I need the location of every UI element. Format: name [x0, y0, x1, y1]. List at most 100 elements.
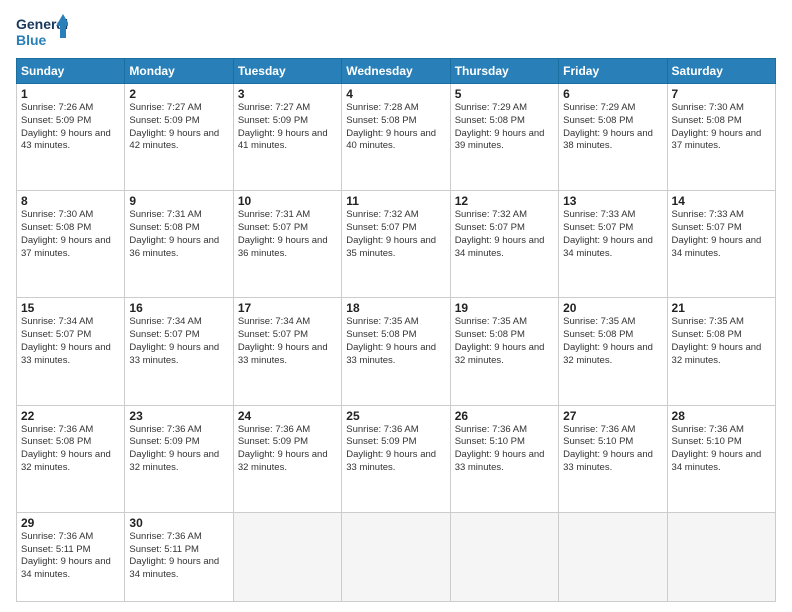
calendar-week-row: 15 Sunrise: 7:34 AMSunset: 5:07 PMDaylig…	[17, 298, 776, 405]
calendar-cell: 18 Sunrise: 7:35 AMSunset: 5:08 PMDaylig…	[342, 298, 450, 405]
weekday-header: Wednesday	[342, 59, 450, 84]
logo-svg: General Blue	[16, 12, 68, 52]
cell-day-number: 13	[563, 194, 662, 208]
cell-day-number: 3	[238, 87, 337, 101]
cell-info: Sunrise: 7:35 AMSunset: 5:08 PMDaylight:…	[455, 316, 554, 367]
calendar-cell: 29 Sunrise: 7:36 AMSunset: 5:11 PMDaylig…	[17, 512, 125, 601]
calendar-cell	[450, 512, 558, 601]
calendar-cell: 10 Sunrise: 7:31 AMSunset: 5:07 PMDaylig…	[233, 191, 341, 298]
cell-day-number: 25	[346, 409, 445, 423]
calendar-cell: 20 Sunrise: 7:35 AMSunset: 5:08 PMDaylig…	[559, 298, 667, 405]
cell-info: Sunrise: 7:29 AMSunset: 5:08 PMDaylight:…	[455, 102, 554, 153]
calendar-week-row: 8 Sunrise: 7:30 AMSunset: 5:08 PMDayligh…	[17, 191, 776, 298]
cell-info: Sunrise: 7:36 AMSunset: 5:09 PMDaylight:…	[346, 424, 445, 475]
cell-info: Sunrise: 7:35 AMSunset: 5:08 PMDaylight:…	[346, 316, 445, 367]
calendar-cell: 30 Sunrise: 7:36 AMSunset: 5:11 PMDaylig…	[125, 512, 233, 601]
calendar-cell: 1 Sunrise: 7:26 AMSunset: 5:09 PMDayligh…	[17, 84, 125, 191]
calendar-header-row: SundayMondayTuesdayWednesdayThursdayFrid…	[17, 59, 776, 84]
calendar-cell	[233, 512, 341, 601]
cell-info: Sunrise: 7:29 AMSunset: 5:08 PMDaylight:…	[563, 102, 662, 153]
weekday-header: Thursday	[450, 59, 558, 84]
cell-day-number: 19	[455, 301, 554, 315]
cell-info: Sunrise: 7:33 AMSunset: 5:07 PMDaylight:…	[672, 209, 771, 260]
calendar-cell: 11 Sunrise: 7:32 AMSunset: 5:07 PMDaylig…	[342, 191, 450, 298]
weekday-header: Friday	[559, 59, 667, 84]
cell-day-number: 20	[563, 301, 662, 315]
cell-info: Sunrise: 7:33 AMSunset: 5:07 PMDaylight:…	[563, 209, 662, 260]
cell-day-number: 14	[672, 194, 771, 208]
calendar-cell: 24 Sunrise: 7:36 AMSunset: 5:09 PMDaylig…	[233, 405, 341, 512]
cell-info: Sunrise: 7:35 AMSunset: 5:08 PMDaylight:…	[563, 316, 662, 367]
cell-day-number: 26	[455, 409, 554, 423]
calendar-cell: 15 Sunrise: 7:34 AMSunset: 5:07 PMDaylig…	[17, 298, 125, 405]
cell-info: Sunrise: 7:32 AMSunset: 5:07 PMDaylight:…	[455, 209, 554, 260]
calendar-cell: 3 Sunrise: 7:27 AMSunset: 5:09 PMDayligh…	[233, 84, 341, 191]
cell-day-number: 27	[563, 409, 662, 423]
cell-day-number: 15	[21, 301, 120, 315]
calendar-cell: 19 Sunrise: 7:35 AMSunset: 5:08 PMDaylig…	[450, 298, 558, 405]
cell-day-number: 17	[238, 301, 337, 315]
calendar-cell: 8 Sunrise: 7:30 AMSunset: 5:08 PMDayligh…	[17, 191, 125, 298]
cell-info: Sunrise: 7:27 AMSunset: 5:09 PMDaylight:…	[129, 102, 228, 153]
cell-info: Sunrise: 7:30 AMSunset: 5:08 PMDaylight:…	[672, 102, 771, 153]
cell-day-number: 4	[346, 87, 445, 101]
calendar-cell: 2 Sunrise: 7:27 AMSunset: 5:09 PMDayligh…	[125, 84, 233, 191]
cell-info: Sunrise: 7:36 AMSunset: 5:11 PMDaylight:…	[21, 531, 120, 582]
calendar-cell: 12 Sunrise: 7:32 AMSunset: 5:07 PMDaylig…	[450, 191, 558, 298]
cell-info: Sunrise: 7:36 AMSunset: 5:10 PMDaylight:…	[563, 424, 662, 475]
cell-day-number: 10	[238, 194, 337, 208]
cell-info: Sunrise: 7:36 AMSunset: 5:10 PMDaylight:…	[455, 424, 554, 475]
cell-day-number: 16	[129, 301, 228, 315]
calendar-cell: 5 Sunrise: 7:29 AMSunset: 5:08 PMDayligh…	[450, 84, 558, 191]
cell-info: Sunrise: 7:31 AMSunset: 5:07 PMDaylight:…	[238, 209, 337, 260]
weekday-header: Saturday	[667, 59, 775, 84]
calendar-table: SundayMondayTuesdayWednesdayThursdayFrid…	[16, 58, 776, 602]
cell-info: Sunrise: 7:30 AMSunset: 5:08 PMDaylight:…	[21, 209, 120, 260]
cell-day-number: 11	[346, 194, 445, 208]
calendar-cell: 6 Sunrise: 7:29 AMSunset: 5:08 PMDayligh…	[559, 84, 667, 191]
logo: General Blue	[16, 12, 68, 52]
cell-day-number: 2	[129, 87, 228, 101]
calendar-cell: 26 Sunrise: 7:36 AMSunset: 5:10 PMDaylig…	[450, 405, 558, 512]
calendar-cell: 14 Sunrise: 7:33 AMSunset: 5:07 PMDaylig…	[667, 191, 775, 298]
cell-info: Sunrise: 7:36 AMSunset: 5:09 PMDaylight:…	[129, 424, 228, 475]
calendar-cell: 22 Sunrise: 7:36 AMSunset: 5:08 PMDaylig…	[17, 405, 125, 512]
svg-text:Blue: Blue	[16, 32, 47, 48]
cell-info: Sunrise: 7:36 AMSunset: 5:08 PMDaylight:…	[21, 424, 120, 475]
cell-day-number: 29	[21, 516, 120, 530]
calendar-cell	[342, 512, 450, 601]
header: General Blue	[16, 12, 776, 52]
cell-info: Sunrise: 7:31 AMSunset: 5:08 PMDaylight:…	[129, 209, 228, 260]
cell-day-number: 24	[238, 409, 337, 423]
cell-info: Sunrise: 7:26 AMSunset: 5:09 PMDaylight:…	[21, 102, 120, 153]
calendar-week-row: 29 Sunrise: 7:36 AMSunset: 5:11 PMDaylig…	[17, 512, 776, 601]
weekday-header: Sunday	[17, 59, 125, 84]
cell-info: Sunrise: 7:34 AMSunset: 5:07 PMDaylight:…	[21, 316, 120, 367]
cell-day-number: 28	[672, 409, 771, 423]
cell-info: Sunrise: 7:35 AMSunset: 5:08 PMDaylight:…	[672, 316, 771, 367]
cell-info: Sunrise: 7:36 AMSunset: 5:09 PMDaylight:…	[238, 424, 337, 475]
page: General Blue SundayMondayTuesdayWednesda…	[0, 0, 792, 612]
cell-day-number: 7	[672, 87, 771, 101]
cell-info: Sunrise: 7:36 AMSunset: 5:11 PMDaylight:…	[129, 531, 228, 582]
cell-day-number: 1	[21, 87, 120, 101]
calendar-cell: 7 Sunrise: 7:30 AMSunset: 5:08 PMDayligh…	[667, 84, 775, 191]
calendar-cell: 4 Sunrise: 7:28 AMSunset: 5:08 PMDayligh…	[342, 84, 450, 191]
calendar-cell: 9 Sunrise: 7:31 AMSunset: 5:08 PMDayligh…	[125, 191, 233, 298]
cell-day-number: 21	[672, 301, 771, 315]
weekday-header: Tuesday	[233, 59, 341, 84]
calendar-week-row: 22 Sunrise: 7:36 AMSunset: 5:08 PMDaylig…	[17, 405, 776, 512]
cell-day-number: 6	[563, 87, 662, 101]
cell-info: Sunrise: 7:34 AMSunset: 5:07 PMDaylight:…	[129, 316, 228, 367]
cell-info: Sunrise: 7:36 AMSunset: 5:10 PMDaylight:…	[672, 424, 771, 475]
calendar-cell: 21 Sunrise: 7:35 AMSunset: 5:08 PMDaylig…	[667, 298, 775, 405]
cell-info: Sunrise: 7:27 AMSunset: 5:09 PMDaylight:…	[238, 102, 337, 153]
cell-day-number: 12	[455, 194, 554, 208]
cell-day-number: 30	[129, 516, 228, 530]
cell-day-number: 23	[129, 409, 228, 423]
calendar-cell: 28 Sunrise: 7:36 AMSunset: 5:10 PMDaylig…	[667, 405, 775, 512]
calendar-cell	[667, 512, 775, 601]
calendar-cell: 27 Sunrise: 7:36 AMSunset: 5:10 PMDaylig…	[559, 405, 667, 512]
calendar-cell: 25 Sunrise: 7:36 AMSunset: 5:09 PMDaylig…	[342, 405, 450, 512]
calendar-cell: 13 Sunrise: 7:33 AMSunset: 5:07 PMDaylig…	[559, 191, 667, 298]
